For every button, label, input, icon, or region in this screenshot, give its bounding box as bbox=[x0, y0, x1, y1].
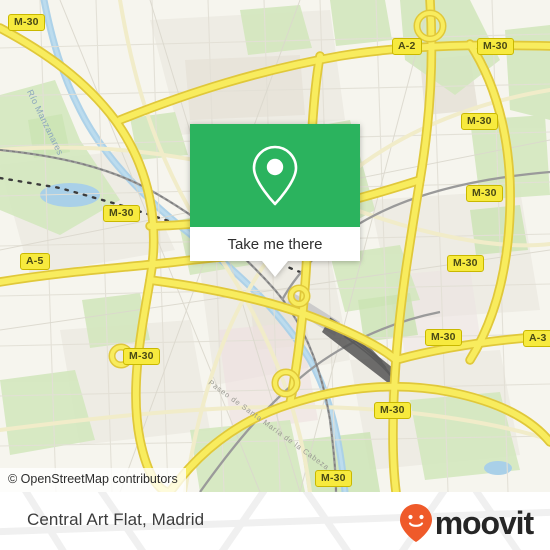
place-title: Central Art Flat, Madrid bbox=[27, 510, 205, 529]
highway-shield: A-2 bbox=[392, 38, 422, 55]
moovit-brand-logo[interactable]: moovit bbox=[399, 503, 534, 543]
osm-attribution[interactable]: © OpenStreetMap contributors bbox=[0, 468, 186, 492]
highway-shield: M-30 bbox=[8, 14, 45, 31]
popup-action-row[interactable]: Take me there bbox=[190, 227, 360, 261]
map-canvas[interactable]: M-30 A-2 M-30 M-30 M-30 M-30 A-5 M-30 M-30 A-3 M-3… bbox=[0, 0, 550, 492]
highway-shield: A-3 bbox=[523, 330, 550, 347]
moovit-wordmark: moovit bbox=[434, 505, 534, 541]
highway-shield: M-30 bbox=[466, 185, 503, 202]
map-pin-icon bbox=[252, 145, 298, 205]
take-me-there-label: Take me there bbox=[227, 235, 323, 253]
highway-shield: M-30 bbox=[103, 205, 140, 222]
highway-shield: M-30 bbox=[425, 329, 462, 346]
highway-shield: A-5 bbox=[20, 253, 50, 270]
popup-pointer-tail bbox=[262, 261, 288, 277]
popup-header bbox=[190, 124, 360, 227]
moovit-smile-pin-icon bbox=[399, 504, 432, 542]
highway-shield: M-30 bbox=[447, 255, 484, 272]
location-popup-card[interactable]: Take me there bbox=[190, 124, 360, 277]
moovit-map-page: M-30 A-2 M-30 M-30 M-30 M-30 A-5 M-30 M-30 A-3 M-3… bbox=[0, 0, 550, 550]
highway-shield: M-30 bbox=[315, 470, 352, 487]
highway-shield: M-30 bbox=[477, 38, 514, 55]
footer-bar: Central Art Flat, Madrid moovit bbox=[0, 492, 550, 550]
highway-shield: M-30 bbox=[461, 113, 498, 130]
highway-shield: M-30 bbox=[123, 348, 160, 365]
highway-shield: M-30 bbox=[374, 402, 411, 419]
